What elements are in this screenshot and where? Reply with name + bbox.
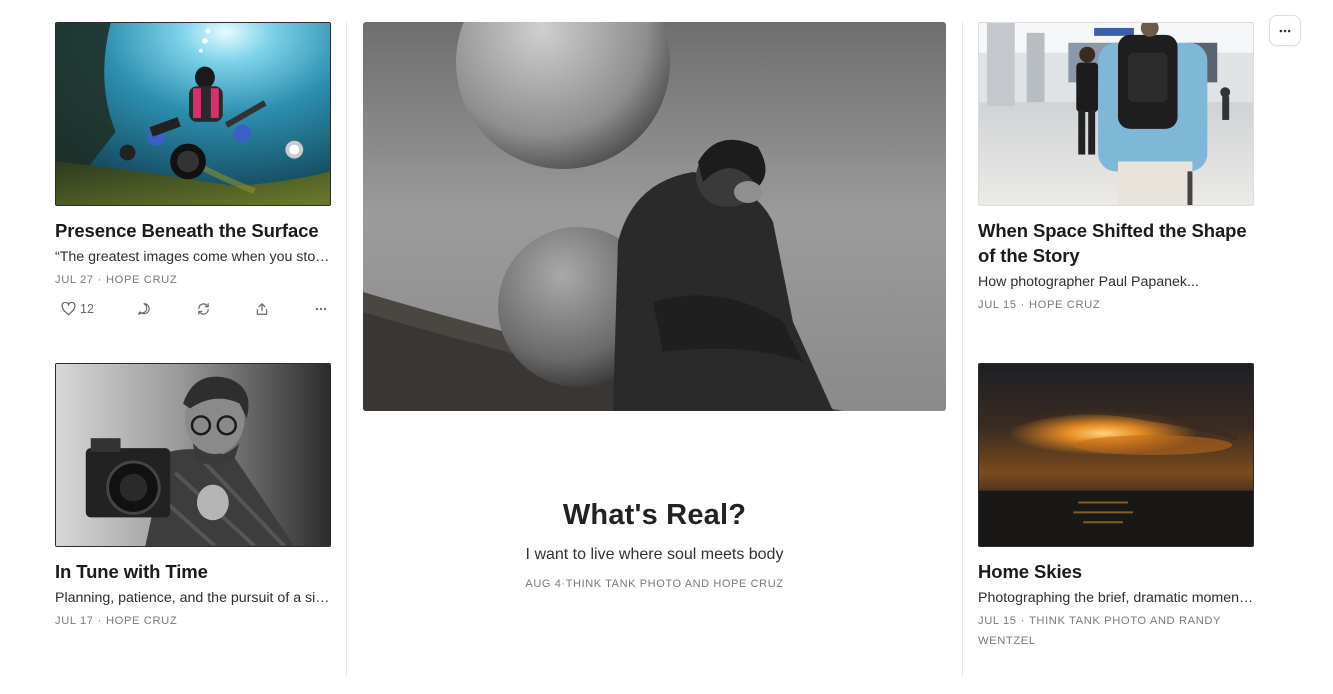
post-subtitle: Planning, patience, and the pursuit of a… (55, 590, 331, 606)
meta-separator: · (1020, 615, 1025, 627)
restack-icon (198, 303, 209, 315)
column-divider-left (346, 22, 347, 677)
post-meta: JUL 27 · HOPE CRUZ (55, 270, 331, 290)
comment-button[interactable] (137, 302, 151, 316)
post-title[interactable]: In Tune with Time (55, 559, 331, 584)
featured-post-meta: AUG 4·THINK TANK PHOTO AND HOPE CRUZ (363, 574, 946, 594)
post-date: JUL 15 (978, 299, 1017, 311)
post-author[interactable]: HOPE CRUZ (106, 274, 177, 286)
meta-separator: · (97, 274, 102, 286)
post-thumbnail-airport[interactable] (978, 22, 1254, 206)
featured-post-title[interactable]: What's Real? (363, 497, 946, 533)
post-thumbnail-diver[interactable] (55, 22, 331, 206)
diver-photo (56, 23, 330, 205)
post-card-space-shifted[interactable]: When Space Shifted the Shape of the Stor… (978, 22, 1254, 315)
post-more-button[interactable] (314, 302, 328, 316)
post-meta: JUL 17 · HOPE CRUZ (55, 611, 331, 631)
post-thumbnail-sunset[interactable] (978, 363, 1254, 547)
featured-post[interactable]: What's Real? I want to live where soul m… (363, 22, 946, 594)
heart-icon (61, 302, 76, 316)
post-subtitle: How photographer Paul Papanek... (978, 274, 1199, 290)
photographer-photo (56, 364, 330, 546)
featured-post-subtitle: I want to live where soul meets body (525, 546, 784, 563)
post-date: JUL 15 (978, 615, 1017, 627)
post-thumbnail-photographer[interactable] (55, 363, 331, 547)
more-horizontal-icon (315, 307, 327, 311)
post-title[interactable]: When Space Shifted the Shape of the Stor… (978, 218, 1254, 268)
post-subtitle: “The greatest images come when you stop … (55, 249, 331, 265)
post-meta: JUL 15 · THINK TANK PHOTO AND RANDY WENTZE… (978, 611, 1254, 651)
share-button[interactable] (255, 302, 269, 316)
sunset-photo (979, 364, 1253, 546)
post-author[interactable]: HOPE CRUZ (106, 615, 177, 627)
column-divider-right (962, 22, 963, 677)
post-meta: JUL 15 · HOPE CRUZ (978, 295, 1254, 315)
post-card-presence[interactable]: Presence Beneath the Surface “The greate… (55, 22, 331, 322)
post-author[interactable]: HOPE CRUZ (1029, 299, 1100, 311)
post-author[interactable]: THINK TANK PHOTO AND HOPE CRUZ (566, 578, 784, 590)
page-more-button[interactable] (1269, 15, 1301, 46)
airport-photo (979, 23, 1253, 205)
more-horizontal-icon (1279, 29, 1291, 32)
comment-icon (138, 303, 150, 315)
post-date: JUL 27 (55, 274, 94, 286)
meta-separator: · (97, 615, 102, 627)
post-date: AUG 4 (525, 578, 562, 590)
post-card-home-skies[interactable]: Home Skies Photographing the brief, dram… (978, 363, 1254, 651)
meta-separator: · (1020, 299, 1025, 311)
share-icon (256, 303, 268, 315)
restack-button[interactable] (196, 302, 211, 316)
featured-post-image[interactable] (363, 22, 946, 411)
post-subtitle: Photographing the brief, dramatic moment… (978, 590, 1254, 606)
surreal-spheres-photo (363, 22, 946, 411)
post-title[interactable]: Presence Beneath the Surface (55, 218, 331, 243)
post-date: JUL 17 (55, 615, 94, 627)
post-card-in-tune[interactable]: In Tune with Time Planning, patience, an… (55, 363, 331, 631)
post-title[interactable]: Home Skies (978, 559, 1254, 584)
post-actions: 12 (55, 296, 331, 322)
like-count: 12 (80, 302, 94, 316)
like-button[interactable]: 12 (61, 302, 94, 316)
